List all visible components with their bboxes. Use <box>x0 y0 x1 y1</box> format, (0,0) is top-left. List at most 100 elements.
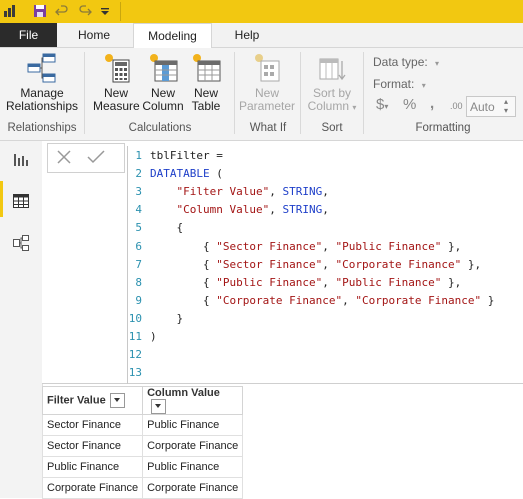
data-view-icon <box>13 194 29 208</box>
decimal-places-value: Auto <box>470 100 495 114</box>
spinner-up-icon[interactable]: ▴ <box>504 97 508 106</box>
relationships-icon <box>27 53 56 83</box>
new-parameter-button[interactable]: New Parameter <box>238 52 296 113</box>
currency-format-button[interactable]: $▾ <box>376 96 388 113</box>
new-column-button[interactable]: New Column <box>141 52 185 113</box>
string-literal: "Corporate Finance" <box>335 257 462 271</box>
chevron-down-icon: ▾ <box>421 81 426 90</box>
filter-dropdown-icon[interactable] <box>109 393 125 408</box>
column-header-label: Column Value <box>147 387 220 399</box>
code-line: tblFilter = <box>150 149 223 162</box>
column-header-column-value[interactable]: Column Value <box>142 386 244 415</box>
keyword: STRING <box>282 203 323 217</box>
string-literal: "Sector Finance" <box>216 257 323 271</box>
spinner-down-icon[interactable]: ▾ <box>504 106 508 115</box>
line-number: 1 <box>135 149 142 162</box>
table-cell[interactable]: Corporate Finance <box>41 477 144 499</box>
keyword: DATATABLE <box>150 167 210 181</box>
line-number: 11 <box>128 330 142 343</box>
dax-formula-input[interactable]: 1 tblFilter = 2 DATATABLE (3 "Filter Value"… <box>127 146 523 384</box>
tab-modeling[interactable]: Modeling <box>133 23 212 49</box>
comma-style-button[interactable]: , <box>430 95 434 112</box>
keyword: STRING <box>282 185 323 199</box>
manage-relationships-button[interactable]: Manage Relationships <box>3 52 81 113</box>
string-literal: "Filter Value" <box>176 185 270 199</box>
new-table-button[interactable]: New Table <box>186 52 226 113</box>
ribbon-separator <box>84 52 85 134</box>
decimal-places-spinner[interactable]: Auto ▴ ▾ <box>466 96 516 117</box>
column-header-filter-value[interactable]: Filter Value <box>41 386 144 415</box>
code-line: { "Sector Finance", "Public Finance" }, <box>150 239 462 253</box>
code-line: { "Public Finance", "Public Finance" }, <box>150 275 462 289</box>
ribbon-tab-bar: File Home Modeling Help <box>0 23 523 49</box>
data-type-dropdown[interactable]: Data type: ▾ <box>373 55 439 69</box>
percent-format-button[interactable]: % <box>403 96 416 113</box>
ribbon-separator <box>363 52 364 134</box>
new-parameter-icon <box>255 54 280 82</box>
table-cell[interactable]: Sector Finance <box>41 435 144 457</box>
sort-by-column-button[interactable]: Sort by Column ▾ <box>304 52 360 114</box>
line-number: 7 <box>135 257 142 271</box>
redo-icon[interactable] <box>77 3 93 19</box>
format-dropdown[interactable]: Format: ▾ <box>373 77 426 91</box>
close-icon <box>57 150 71 164</box>
cancel-button[interactable] <box>56 149 72 168</box>
data-table: Filter Value Column Value Sector Finance… <box>41 386 244 499</box>
decimal-places-button[interactable]: .00 <box>450 101 463 111</box>
new-measure-button[interactable]: New Measure <box>93 52 140 113</box>
model-view-button[interactable] <box>12 234 30 255</box>
line-number: 5 <box>135 221 142 235</box>
filter-dropdown-icon[interactable] <box>151 399 167 414</box>
save-icon[interactable] <box>32 3 48 19</box>
table-row: Sector Finance Corporate Finance <box>41 435 244 457</box>
undo-icon[interactable] <box>54 3 70 19</box>
tab-home[interactable]: Home <box>66 23 122 47</box>
line-number: 8 <box>135 275 142 289</box>
group-label-calculations: Calculations <box>128 122 192 134</box>
string-literal: "Public Finance" <box>216 275 323 289</box>
formula-commit-controls <box>47 143 125 173</box>
data-view-button[interactable] <box>12 192 30 213</box>
string-literal: "Public Finance" <box>335 275 442 289</box>
report-view-button[interactable] <box>12 151 30 172</box>
line-number: 2 <box>135 167 142 181</box>
code-line: ) <box>150 330 157 343</box>
customize-quick-access-icon[interactable] <box>97 3 113 19</box>
line-number: 4 <box>135 203 142 217</box>
table-cell[interactable]: Public Finance <box>142 456 244 478</box>
ribbon-separator <box>300 52 301 134</box>
tab-file[interactable]: File <box>0 23 57 47</box>
line-number: 13 <box>128 366 142 380</box>
table-cell[interactable]: Corporate Finance <box>142 435 244 457</box>
table-cell[interactable]: Sector Finance <box>41 414 144 436</box>
ribbon: Manage Relationships Relationships New M… <box>0 48 523 141</box>
chevron-down-icon: ▾ <box>384 102 389 111</box>
ribbon-separator <box>234 52 235 134</box>
new-table-icon <box>193 54 221 82</box>
code-line: } <box>150 311 184 325</box>
code-line: "Filter Value", STRING, <box>176 185 329 199</box>
group-label-formatting: Formatting <box>415 122 471 134</box>
powerbi-logo-icon <box>2 3 18 19</box>
table-cell[interactable]: Corporate Finance <box>142 477 244 499</box>
code-line: { <box>150 221 184 235</box>
title-divider <box>120 2 121 21</box>
model-view-icon <box>13 235 29 251</box>
active-view-indicator <box>0 181 3 217</box>
code-line: DATATABLE ( <box>150 167 223 181</box>
table-row: Public Finance Public Finance <box>41 456 244 478</box>
string-literal: "Sector Finance" <box>216 239 323 253</box>
checkmark-icon <box>87 150 105 164</box>
chevron-down-icon: ▾ <box>352 103 357 112</box>
table-cell[interactable]: Public Finance <box>41 456 144 478</box>
new-parameter-line2: Parameter <box>238 99 296 113</box>
new-column-icon <box>150 54 178 82</box>
commit-button[interactable] <box>86 149 106 168</box>
data-type-label: Data type: <box>373 55 428 69</box>
table-cell[interactable]: Public Finance <box>142 414 244 436</box>
report-view-icon <box>14 154 28 166</box>
line-number: 10 <box>128 311 142 325</box>
group-label-relationships: Relationships <box>7 122 77 134</box>
new-column-line2: Column <box>142 99 184 113</box>
tab-help[interactable]: Help <box>221 23 273 47</box>
